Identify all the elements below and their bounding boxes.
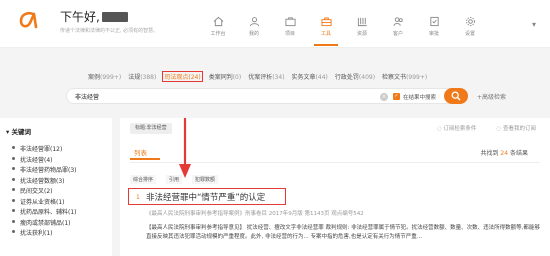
sort-filters: 综合排序 引用 犯罪数额 (130, 175, 219, 184)
nav-item-resources[interactable]: 资源 (344, 14, 380, 46)
nav-item-mine[interactable]: 我的 (236, 14, 272, 46)
keyword-item[interactable]: 非法经营罪(12) (12, 144, 77, 155)
nav-label: 工具 (320, 31, 331, 37)
result-title-link[interactable]: 非法经营罪中“情节严重”的认定 (146, 191, 265, 203)
tab-label: 检察文书 (382, 74, 407, 81)
nav-item-clients[interactable]: 客户 (380, 14, 416, 46)
subscription-actions: ◌ 订阅检索条件 ◌ 查看我的订阅 (437, 124, 536, 132)
tab-count: (44) (315, 74, 328, 81)
tab-label: 司法观点 (164, 74, 189, 81)
tab-count: (409) (358, 74, 376, 81)
nav-label: 工作台 (210, 31, 226, 37)
search-bar: × ✓ 在结果中搜索 (66, 88, 466, 104)
search-input[interactable] (75, 93, 375, 100)
settings-icon (465, 17, 475, 26)
tab-label: 法规 (128, 74, 141, 81)
nav-label: 资源 (356, 31, 367, 37)
nav-more-icon[interactable]: ▾ (532, 20, 536, 29)
tab-label: 行政处罚 (334, 74, 359, 81)
tab-practice-articles[interactable]: 实务文章(44) (292, 72, 328, 81)
clear-search-icon[interactable]: × (380, 93, 388, 101)
tab-label: 优案评析 (248, 74, 273, 81)
result-count: 共找到 24 条结果 (480, 148, 528, 157)
tab-judicial-views[interactable]: 司法观点(24) (162, 71, 203, 82)
greeting-text: 下午好, (60, 10, 100, 24)
user-icon (249, 17, 259, 27)
tab-similar-cases[interactable]: 类案同判(0) (209, 72, 242, 81)
library-icon (357, 17, 367, 27)
nav-label: 项目 (284, 31, 295, 37)
nav-item-workbench[interactable]: 工作台 (200, 14, 236, 46)
keyword-item[interactable]: 扰法获利(1) (12, 228, 77, 239)
alpha-logo-icon[interactable] (16, 8, 40, 32)
tab-admin-penalties[interactable]: 行政处罚(409) (335, 72, 375, 81)
keyword-title-text: 关键词 (11, 128, 32, 136)
tab-count: (999+) (100, 74, 122, 81)
nav-item-projects[interactable]: 项目 (272, 14, 308, 46)
subscribe-label: 订阅检索条件 (443, 126, 477, 132)
nav-item-tools[interactable]: 工具 (308, 14, 344, 46)
advanced-search-label: 高级检索 (482, 94, 507, 101)
top-bar: 下午好, 传递个法律和法律的不公正, 必须有的智慧。 工作台 我的 项目 工具 … (0, 0, 550, 48)
my-subscriptions-link[interactable]: ◌ 查看我的订阅 (496, 124, 536, 132)
nav-label: 设置 (464, 31, 475, 37)
approval-icon (429, 16, 439, 27)
result-count-number: 24 (500, 150, 509, 157)
tab-label: 实务文章 (291, 74, 316, 81)
tab-label: 类案同判 (208, 74, 233, 81)
tab-count: (34) (272, 74, 285, 81)
my-subscriptions-label: 查看我的订阅 (502, 126, 536, 132)
result-type-tabs: 案例(999+) 法规(388) 司法观点(24) 类案同判(0) 优案评析(3… (88, 71, 427, 82)
nav-item-settings[interactable]: 设置 (452, 14, 488, 46)
keyword-item[interactable]: 扰药品原料、辅料(1) (12, 207, 77, 218)
nav-item-approval[interactable]: 审批 (416, 14, 452, 46)
keyword-list: 非法经营罪(12) 扰法经营(4) 非法经营药物品罪(3) 扰法经营数额(3) … (12, 144, 77, 239)
tab-label: 案例 (88, 74, 101, 81)
tab-case-reviews[interactable]: 优案评析(34) (248, 72, 284, 81)
contacts-icon (392, 17, 403, 26)
active-filter-chip[interactable]: 标题:非法经营 (130, 123, 172, 134)
red-arrow-annotation (179, 118, 191, 178)
subscribe-search-button[interactable]: ◌ 订阅检索条件 (437, 124, 477, 132)
result-count-suffix: 条结果 (509, 150, 528, 157)
tab-count: (0) (232, 74, 242, 81)
home-icon (213, 16, 223, 27)
active-tab-underline (130, 158, 160, 160)
sort-comprehensive[interactable]: 综合排序 (130, 175, 157, 184)
tab-count: (24) (188, 74, 201, 81)
search-icon (451, 91, 461, 101)
advanced-search-link[interactable]: +高级检索 (477, 92, 506, 101)
search-in-results-label: 在结果中搜索 (403, 95, 437, 101)
search-button[interactable] (444, 88, 468, 104)
briefcase-icon (284, 17, 296, 27)
tab-list-view[interactable]: 列表 (134, 147, 147, 157)
result-index: 1 (136, 194, 140, 201)
result-source-meta: 《最高人民法院刑事审判参考指导案例》刑事卷目 2017年9月版 第1143页 观… (146, 211, 364, 217)
keyword-item[interactable]: 证券从业资格(1) (12, 197, 77, 208)
keyword-item[interactable]: 扰法经营(4) (12, 155, 77, 166)
keyword-filter-panel: ▾ 关键词 非法经营罪(12) 扰法经营(4) 非法经营药物品罪(3) 扰法经营… (0, 118, 112, 256)
sort-crime-amount[interactable]: 犯罪数额 (192, 175, 219, 184)
keyword-item[interactable]: 民间交叉(2) (12, 186, 77, 197)
tab-cases[interactable]: 案例(999+) (88, 72, 121, 81)
redacted-username (101, 12, 128, 22)
tab-regulations[interactable]: 法规(388) (128, 72, 156, 81)
tab-count: (388) (140, 74, 157, 81)
tab-count: (999+) (406, 74, 428, 81)
greeting-subline: 传递个法律和法律的不公正, 必须有的智慧。 (60, 28, 159, 34)
toolbox-icon (320, 17, 332, 27)
greeting: 下午好, (60, 8, 128, 25)
keyword-item[interactable]: 非法经营药物品罪(3) (12, 165, 77, 176)
nav-label: 我的 (248, 31, 259, 37)
tab-procuratorate-docs[interactable]: 检察文书(999+) (382, 72, 427, 81)
keyword-item[interactable]: 瘦肉或禁部铺品(1) (12, 218, 77, 229)
keyword-item[interactable]: 扰法经营数额(3) (12, 176, 77, 187)
nav-label: 审批 (428, 31, 439, 37)
main-nav: 工作台 我的 项目 工具 资源 客户 审批 设置 (200, 14, 488, 46)
nav-label: 客户 (392, 31, 403, 37)
keyword-panel-title: ▾ 关键词 (6, 126, 31, 136)
result-summary: 【最高人民法院刑事审判参考指导意见】 扰法经营、擅改文字非法经营罪 裁判规则: … (146, 225, 540, 240)
search-in-results-checkbox[interactable]: ✓ (393, 93, 400, 100)
result-count-prefix: 共找到 (480, 150, 499, 157)
